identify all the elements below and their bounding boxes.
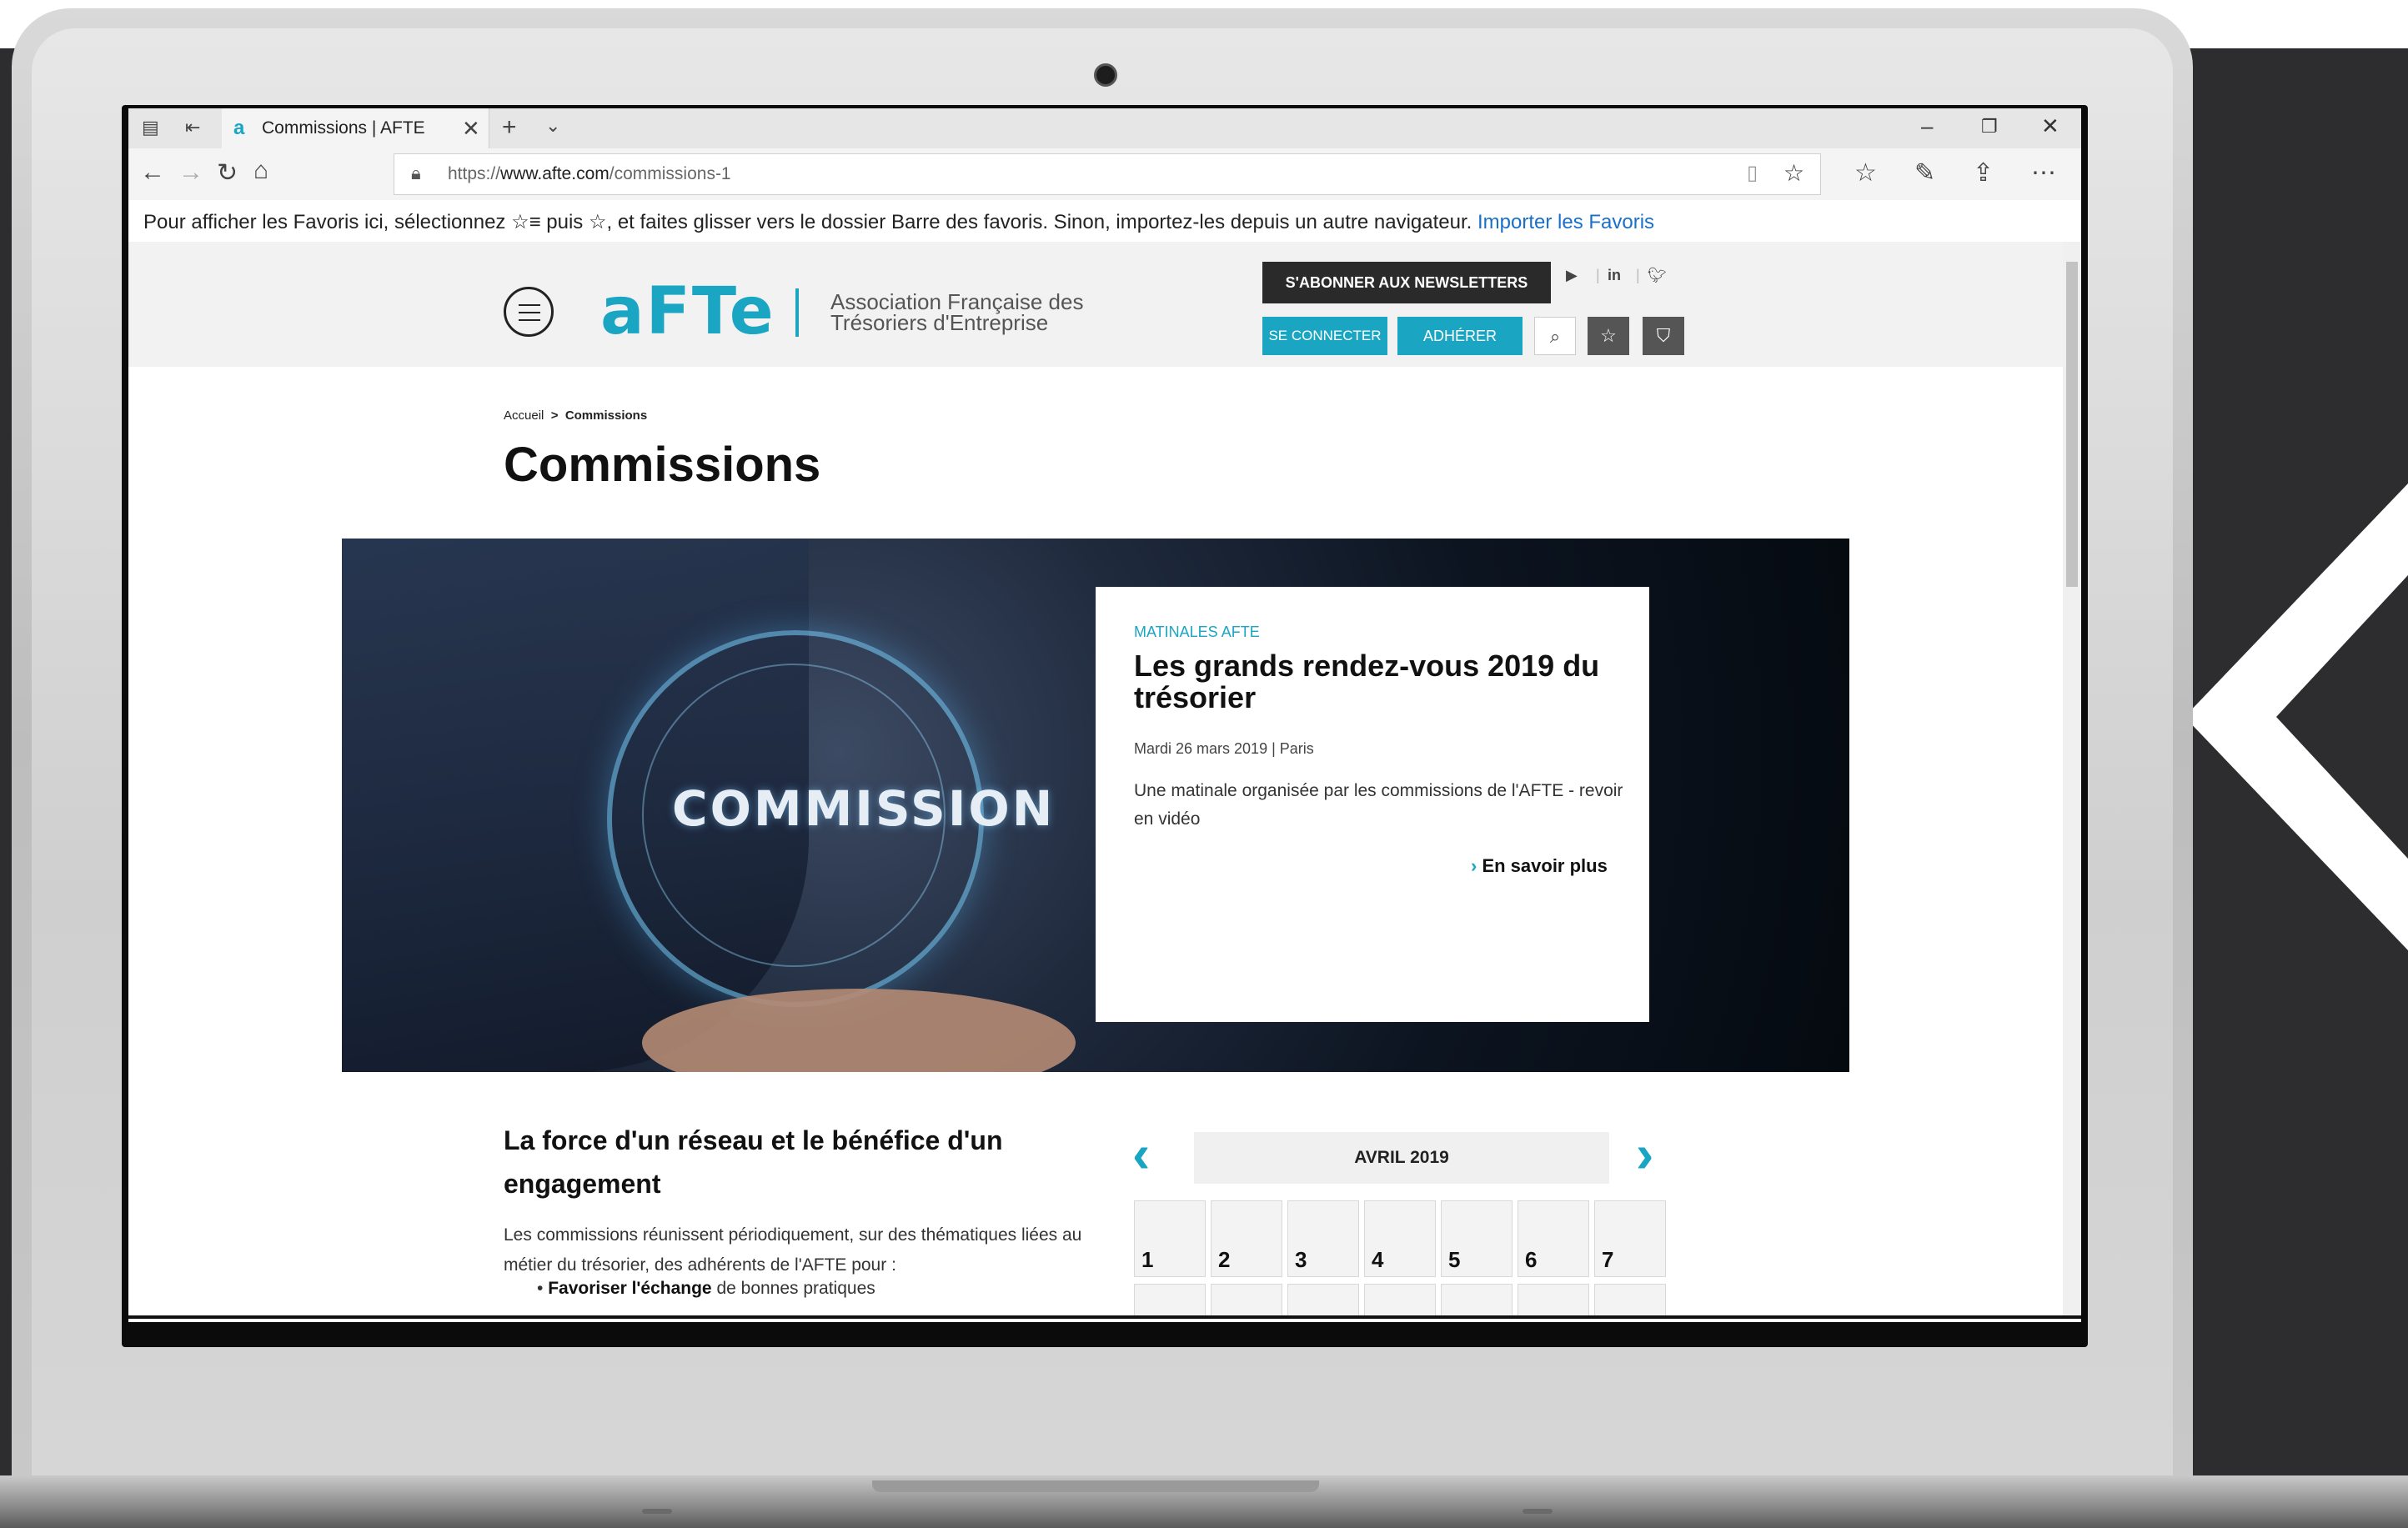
twitter-icon[interactable]: 🐦︎ (1648, 267, 1667, 284)
chevron-right-icon: › (1471, 855, 1477, 876)
afte-logo[interactable]: aFTe (600, 278, 775, 345)
search-icon[interactable]: ⌕ (1534, 317, 1576, 355)
calendar-day[interactable]: 2 (1211, 1200, 1282, 1277)
card-meta: Mardi 26 mars 2019 | Paris (1134, 740, 1314, 757)
set-aside-tabs-icon[interactable]: ⇤ (185, 117, 200, 138)
calendar-day[interactable] (1134, 1284, 1206, 1317)
breadcrumb: Accueil > Commissions (504, 408, 647, 423)
calendar-day[interactable]: 4 (1364, 1200, 1436, 1277)
laptop-hinge (872, 1480, 1319, 1492)
calendar-day[interactable] (1518, 1284, 1589, 1317)
address-bar[interactable]: 🔒︎ https://www.afte.com/commissions-1 ▯ … (394, 153, 1821, 195)
join-button[interactable]: ADHÉRER (1397, 317, 1523, 355)
more-icon[interactable]: ⋯ (2031, 158, 2056, 188)
pen-icon[interactable]: ✎ (1914, 158, 1935, 188)
section-title: La force d'un réseau et le bénéfice d'un… (504, 1125, 1003, 1199)
breadcrumb-home[interactable]: Accueil (504, 408, 544, 423)
back-icon[interactable]: ← (140, 158, 165, 187)
newsletter-button[interactable]: S'ABONNER AUX NEWSLETTERS (1262, 262, 1551, 303)
close-tab-icon[interactable]: ✕ (462, 116, 480, 142)
window-bottom-edge (128, 1315, 2081, 1319)
breadcrumb-current: Commissions (564, 408, 648, 423)
calendar-day[interactable]: 7 (1594, 1200, 1666, 1277)
calendar-day[interactable] (1441, 1284, 1513, 1317)
hero-banner: COMMISSION MATINALES AFTE Les grands ren… (342, 539, 1849, 1072)
calendar-day[interactable] (1211, 1284, 1282, 1317)
lock-icon: 🔒︎ (411, 163, 421, 183)
tab-bar: ▤ ⇤ a Commissions | AFTE ✕ + ⌄ – ❐ ✕ (128, 108, 2081, 148)
calendar-day[interactable]: 3 (1287, 1200, 1359, 1277)
url-text: https://www.afte.com/commissions-1 (448, 164, 731, 183)
new-tab-icon[interactable]: + (502, 113, 517, 142)
calendar-day[interactable]: 5 (1441, 1200, 1513, 1277)
calendar-day[interactable] (1287, 1284, 1359, 1317)
home-icon[interactable]: ⌂ (253, 157, 268, 185)
minimize-icon[interactable]: – (1921, 113, 1933, 139)
section-text: Les commissions réunissent périodiquemen… (504, 1225, 1082, 1275)
divider: | (1596, 267, 1600, 283)
hero-card: MATINALES AFTE Les grands rendez-vous 20… (1096, 587, 1649, 1022)
calendar-day[interactable] (1594, 1284, 1666, 1317)
tab-commissions[interactable]: a Commissions | AFTE ✕ (222, 108, 489, 148)
site-header: aFTe Association Française des Trésorier… (128, 242, 2063, 367)
close-window-icon[interactable]: ✕ (2041, 113, 2059, 139)
share-icon[interactable]: ⇪ (1973, 158, 1994, 188)
forward-icon[interactable]: → (178, 158, 203, 187)
laptop-foot (1523, 1509, 1553, 1514)
card-title[interactable]: Les grands rendez-vous 2019 du trésorier (1134, 650, 1634, 714)
page-scrollbar[interactable] (2063, 242, 2081, 1317)
navigation-bar: ← → ↻ ⌂ 🔒︎ https://www.afte.com/commissi… (128, 148, 2081, 200)
star-icon[interactable]: ☆ (1588, 317, 1629, 355)
read-more-link[interactable]: › En savoir plus (1471, 855, 1608, 877)
site-tagline: Association Française des Trésoriers d'E… (830, 289, 1084, 335)
linkedin-icon[interactable]: in (1608, 267, 1621, 284)
browser-window: ▤ ⇤ a Commissions | AFTE ✕ + ⌄ – ❐ ✕ ← →… (128, 108, 2081, 1322)
favorites-hub-icon[interactable]: ☆ (1854, 158, 1877, 188)
calendar-day[interactable]: 1 (1134, 1200, 1206, 1277)
refresh-icon[interactable]: ↻ (217, 158, 238, 188)
login-button[interactable]: SE CONNECTER (1262, 317, 1387, 355)
favorites-bar-text: Pour afficher les Favoris ici, sélection… (143, 211, 1655, 233)
list-item: • Favoriser l'échange de bonnes pratique… (537, 1279, 875, 1298)
restore-icon[interactable]: ❐ (1981, 116, 1998, 138)
calendar-day[interactable]: 6 (1518, 1200, 1589, 1277)
reading-view-icon[interactable]: ▯ (1747, 161, 1758, 185)
breadcrumb-separator: > (550, 408, 559, 423)
laptop-foot (642, 1509, 672, 1514)
chevron-down-icon[interactable]: ⌄ (545, 115, 560, 137)
calendar-prev-icon[interactable]: ‹ (1132, 1127, 1150, 1180)
basket-icon[interactable]: ⛉ (1643, 317, 1684, 355)
webpage: aFTe Association Française des Trésorier… (128, 242, 2063, 1322)
menu-icon[interactable] (504, 287, 554, 337)
favorites-bar: Pour afficher les Favoris ici, sélection… (128, 200, 2081, 243)
calendar-next-icon[interactable]: › (1636, 1127, 1653, 1180)
tab-actions-icon[interactable]: ▤ (142, 117, 159, 138)
camera-icon (1094, 63, 1117, 87)
afte-favicon-icon: a (233, 117, 245, 139)
youtube-icon[interactable]: ▶ (1566, 267, 1578, 284)
add-favorite-icon[interactable]: ☆ (1783, 159, 1804, 187)
card-kicker: MATINALES AFTE (1134, 624, 1260, 640)
card-description: Une matinale organisée par les commissio… (1134, 781, 1623, 829)
tab-title: Commissions | AFTE (262, 118, 425, 138)
import-favorites-link[interactable]: Importer les Favoris (1477, 211, 1654, 233)
calendar-month: AVRIL 2019 (1194, 1132, 1609, 1184)
page-title: Commissions (504, 438, 821, 492)
divider: | (1636, 267, 1640, 283)
scrollbar-thumb[interactable] (2066, 262, 2078, 587)
backdrop-chevron-shape (2185, 483, 2408, 950)
hero-image-label: COMMISSION (672, 780, 1056, 837)
calendar-day[interactable] (1364, 1284, 1436, 1317)
logo-separator (795, 288, 799, 337)
